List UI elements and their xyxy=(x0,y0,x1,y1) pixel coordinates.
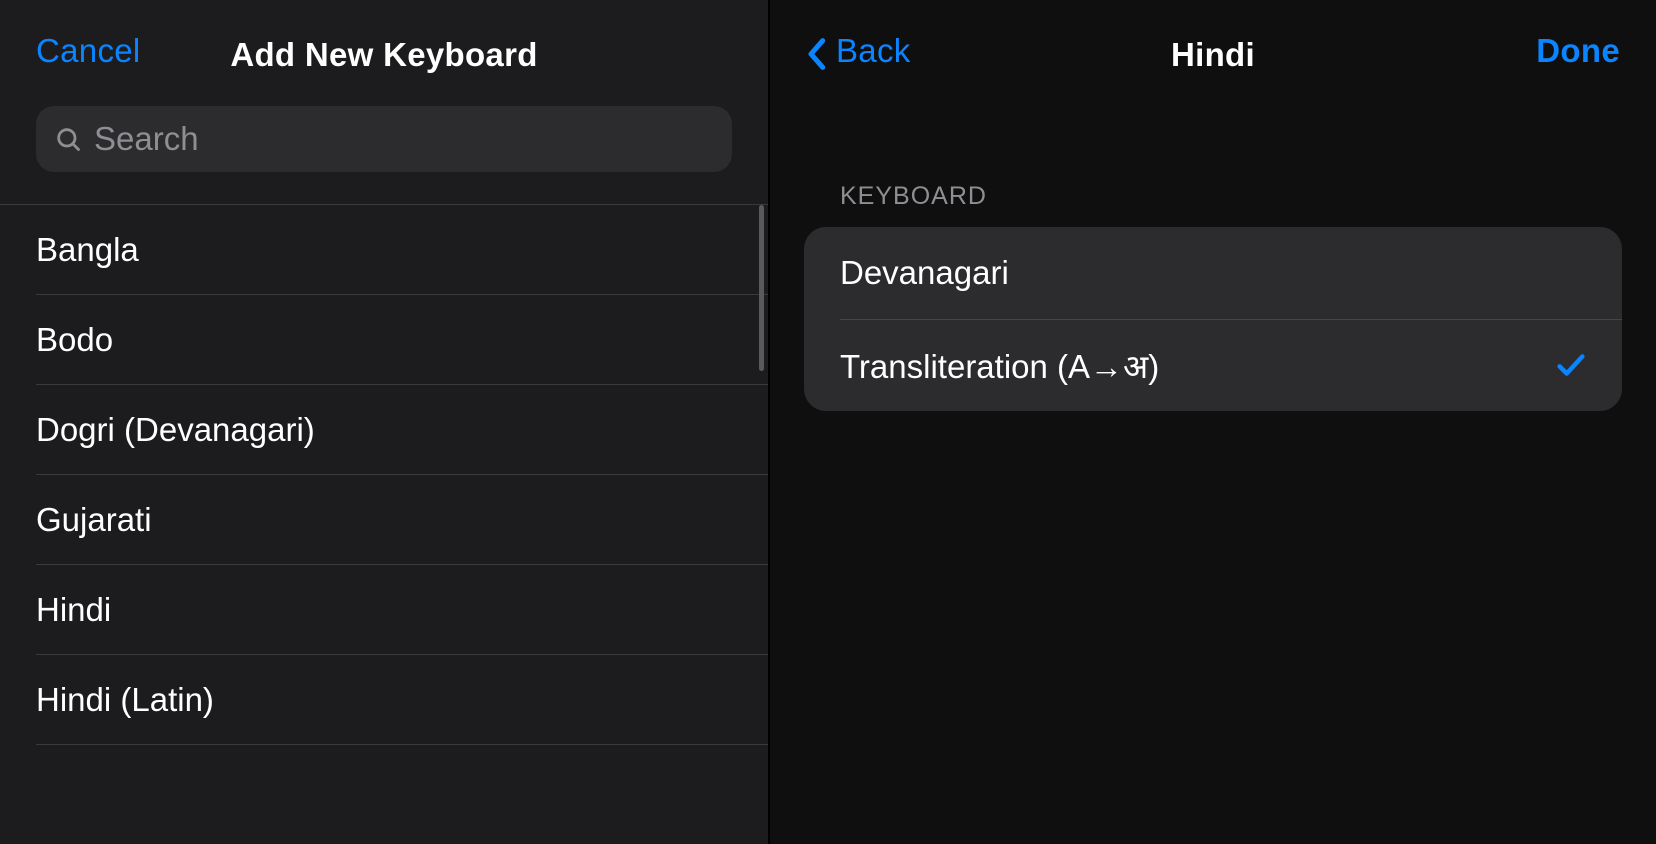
list-item-label: Dogri (Devanagari) xyxy=(36,411,315,449)
list-item-label: Hindi xyxy=(36,591,111,629)
list-item-label: Hindi (Latin) xyxy=(36,681,214,719)
checkmark-icon xyxy=(1554,348,1588,382)
search-icon xyxy=(54,125,82,153)
list-item[interactable]: Gujarati xyxy=(0,475,768,565)
list-item[interactable]: Bodo xyxy=(0,295,768,385)
option-label: Transliteration (A→अ) xyxy=(840,343,1159,388)
back-label: Back xyxy=(836,32,911,70)
search-input[interactable] xyxy=(94,120,714,158)
back-button[interactable]: Back xyxy=(806,32,911,70)
option-label: Devanagari xyxy=(840,254,1009,292)
list-item[interactable]: Bangla xyxy=(0,205,768,295)
sheet-header: Cancel Add New Keyboard xyxy=(0,0,768,102)
keyboard-options-group: Devanagari Transliteration (A→अ) xyxy=(804,227,1622,411)
list-item[interactable]: Hindi (Latin) xyxy=(0,655,768,745)
sheet-title: Add New Keyboard xyxy=(230,36,537,74)
list-item[interactable]: Hindi xyxy=(0,565,768,655)
keyboard-option-transliteration[interactable]: Transliteration (A→अ) xyxy=(804,319,1622,411)
section-header: KEYBOARD xyxy=(770,102,1656,227)
list-item-label: Bodo xyxy=(36,321,113,359)
keyboard-options-page: Back Hindi Done KEYBOARD Devanagari Tran… xyxy=(770,0,1656,844)
scrollbar-thumb[interactable] xyxy=(759,205,764,371)
list-item-label: Gujarati xyxy=(36,501,152,539)
chevron-left-icon xyxy=(806,37,822,65)
done-button[interactable]: Done xyxy=(1536,32,1620,69)
add-keyboard-sheet: Cancel Add New Keyboard Bangla Bodo Dogr… xyxy=(0,0,768,844)
list-item-label: Bangla xyxy=(36,231,139,269)
list-item[interactable]: Dogri (Devanagari) xyxy=(0,385,768,475)
search-bar xyxy=(0,102,768,184)
page-header: Back Hindi Done xyxy=(770,0,1656,102)
language-list: Bangla Bodo Dogri (Devanagari) Gujarati … xyxy=(0,204,768,745)
page-title: Hindi xyxy=(1171,36,1255,74)
cancel-button[interactable]: Cancel xyxy=(36,32,141,70)
keyboard-option-devanagari[interactable]: Devanagari xyxy=(804,227,1622,319)
search-field-container[interactable] xyxy=(36,106,732,172)
